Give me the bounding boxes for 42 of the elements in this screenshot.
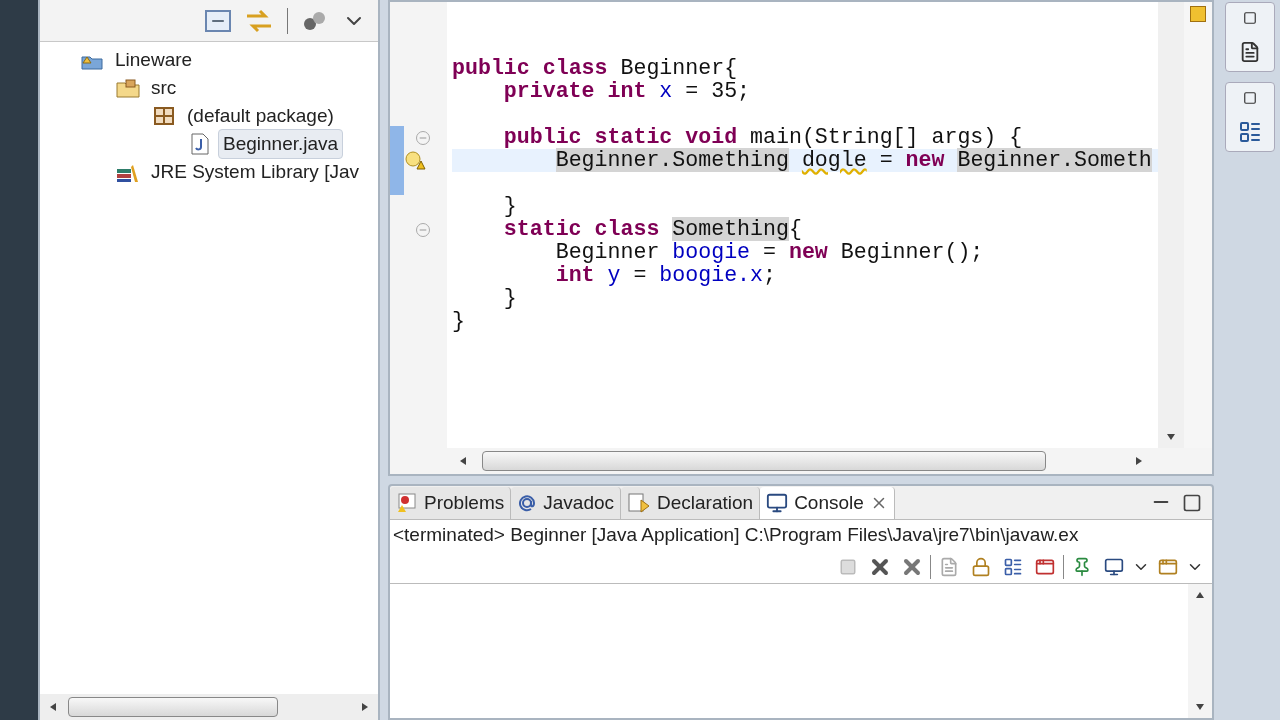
scroll-down-arrow-icon[interactable] <box>1195 702 1205 712</box>
console-status: <terminated> Beginner [Java Application] C:\Program Files\Java\jre7\bin\javaw.ex <box>390 520 1212 550</box>
problems-icon <box>396 492 418 514</box>
scroll-right-arrow-icon[interactable] <box>360 702 370 712</box>
view-tab[interactable]: Console <box>760 487 895 519</box>
tree-item[interactable]: Beginner.java <box>218 128 344 160</box>
code-line: } <box>503 286 517 310</box>
declaration-icon <box>627 492 652 514</box>
scroll-up-arrow-icon[interactable] <box>1195 590 1205 600</box>
warning-bulb-icon[interactable] <box>404 150 426 171</box>
maximize-icon[interactable] <box>1182 493 1202 513</box>
outline-icon[interactable] <box>1238 119 1262 144</box>
restore-icon[interactable] <box>1243 11 1257 25</box>
change-marker-bar <box>390 126 404 195</box>
collapse-all-icon[interactable] <box>205 9 231 32</box>
code-line: static class Something{ <box>503 217 802 241</box>
code-line: public class Beginner{ <box>452 56 738 80</box>
code-line: Beginner boogie = new Beginner(); <box>555 240 984 264</box>
scroll-left-arrow-icon[interactable] <box>48 702 58 712</box>
java-file-icon <box>188 133 212 155</box>
code-line: Beginner.Something dogle = new Beginner.Someth <box>555 148 1152 172</box>
circles-icon[interactable] <box>302 9 328 32</box>
monitor-icon <box>766 492 789 514</box>
code-line: } <box>452 309 465 333</box>
code-line: public static void main(String[] args) { <box>503 125 1023 149</box>
horizontal-scrollbar[interactable] <box>482 451 1046 471</box>
code-line: int y = boogie.x; <box>555 263 776 287</box>
horizontal-scrollbar[interactable] <box>40 694 378 720</box>
view-tab[interactable]: Declaration <box>621 487 761 519</box>
document-icon[interactable] <box>1239 41 1261 63</box>
at-icon <box>517 493 538 513</box>
scroll-down-arrow-icon[interactable] <box>1166 432 1176 442</box>
source-folder-icon <box>116 77 140 99</box>
code-line: } <box>503 194 517 218</box>
package-icon <box>152 105 176 127</box>
restore-icon[interactable] <box>1243 90 1257 105</box>
view-tab[interactable]: Problems <box>390 487 512 519</box>
code-line: private int x = 35; <box>503 79 751 103</box>
scroll-right-arrow-icon[interactable] <box>1134 456 1144 466</box>
warning-overview-marker[interactable] <box>1190 6 1206 22</box>
view-tab[interactable]: Javadoc <box>511 487 622 519</box>
scroll-left-arrow-icon[interactable] <box>458 456 468 466</box>
